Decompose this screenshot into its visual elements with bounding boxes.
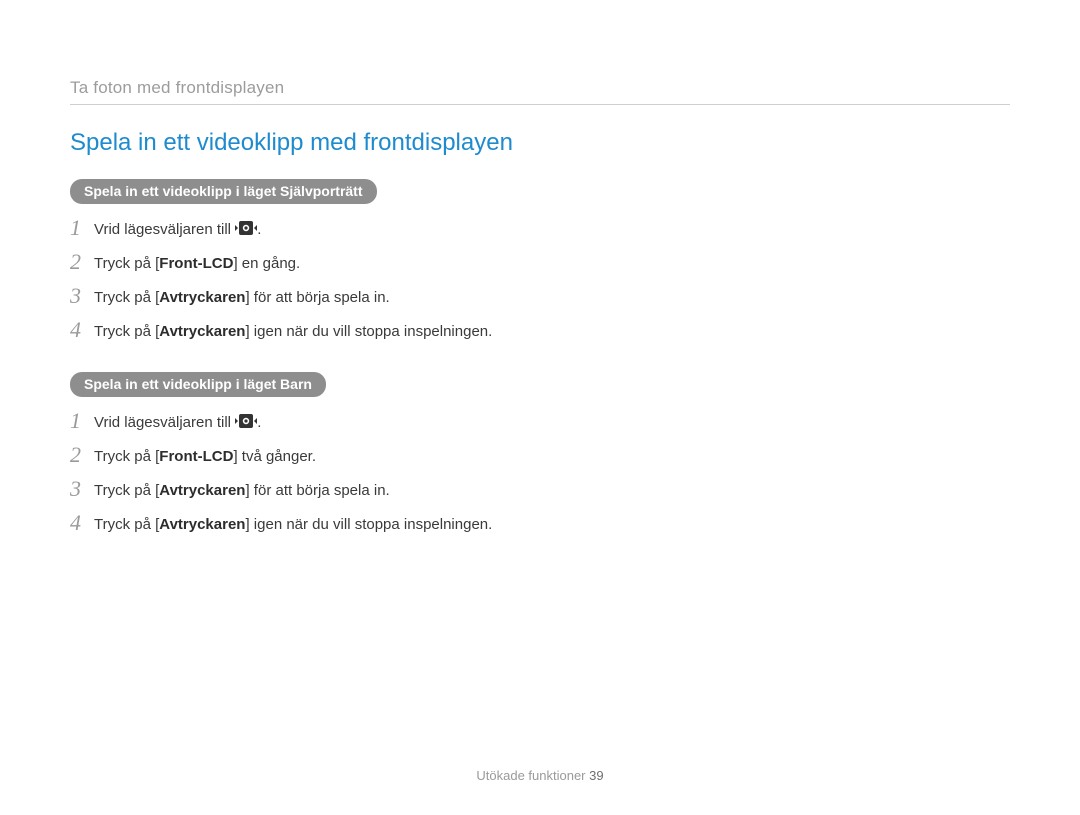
step: Tryck på [Avtryckaren] igen när du vill … bbox=[70, 320, 540, 344]
step-text-pre: Tryck på [ bbox=[94, 516, 159, 533]
step: Vrid lägesväljaren till . bbox=[70, 218, 540, 242]
step-text-pre: Tryck på [ bbox=[94, 482, 159, 499]
step-text-post: ] igen när du vill stoppa inspelningen. bbox=[245, 516, 492, 533]
video-icon bbox=[235, 221, 257, 235]
page: Ta foton med frontdisplayen Spela in ett… bbox=[0, 0, 1080, 815]
steps-list: Vrid lägesväljaren till . Tryck på [Fron… bbox=[70, 218, 540, 344]
step-text-post: ] en gång. bbox=[233, 255, 300, 272]
section-pill: Spela in ett videoklipp i läget Barn bbox=[70, 372, 326, 397]
step-text-pre: Tryck på [ bbox=[94, 255, 159, 272]
step-bold: Avtryckaren bbox=[159, 323, 245, 340]
step: Tryck på [Avtryckaren] igen när du vill … bbox=[70, 513, 540, 537]
footer-label: Utökade funktioner bbox=[476, 768, 585, 783]
section-self-portrait: Spela in ett videoklipp i läget Självpor… bbox=[70, 179, 540, 344]
step: Tryck på [Front-LCD] en gång. bbox=[70, 252, 540, 276]
step-bold: Avtryckaren bbox=[159, 289, 245, 306]
step-text-post: . bbox=[257, 414, 261, 431]
step: Tryck på [Avtryckaren] för att börja spe… bbox=[70, 479, 540, 503]
page-title: Spela in ett videoklipp med frontdisplay… bbox=[70, 129, 1010, 157]
section-child: Spela in ett videoklipp i läget Barn Vri… bbox=[70, 372, 540, 537]
step-bold: Front-LCD bbox=[159, 448, 233, 465]
step-bold: Avtryckaren bbox=[159, 516, 245, 533]
step-text-pre: Tryck på [ bbox=[94, 448, 159, 465]
section-pill: Spela in ett videoklipp i läget Självpor… bbox=[70, 179, 377, 204]
content-column: Spela in ett videoklipp i läget Självpor… bbox=[70, 179, 540, 537]
step-text-post: . bbox=[257, 221, 261, 238]
step-text-post: ] igen när du vill stoppa inspelningen. bbox=[245, 323, 492, 340]
steps-list: Vrid lägesväljaren till . Tryck på [Fron… bbox=[70, 411, 540, 537]
step-text-pre: Vrid lägesväljaren till bbox=[94, 221, 235, 238]
divider bbox=[70, 104, 1010, 105]
step: Tryck på [Avtryckaren] för att börja spe… bbox=[70, 286, 540, 310]
breadcrumb: Ta foton med frontdisplayen bbox=[70, 78, 1010, 98]
step-text-pre: Tryck på [ bbox=[94, 289, 159, 306]
step-text-pre: Vrid lägesväljaren till bbox=[94, 414, 235, 431]
step: Vrid lägesväljaren till . bbox=[70, 411, 540, 435]
step-text-post: ] två gånger. bbox=[233, 448, 316, 465]
step-text-post: ] för att börja spela in. bbox=[245, 482, 389, 499]
step-bold: Avtryckaren bbox=[159, 482, 245, 499]
step: Tryck på [Front-LCD] två gånger. bbox=[70, 445, 540, 469]
video-icon bbox=[235, 414, 257, 428]
footer: Utökade funktioner 39 bbox=[0, 768, 1080, 783]
page-number: 39 bbox=[589, 768, 603, 783]
step-text-post: ] för att börja spela in. bbox=[245, 289, 389, 306]
step-bold: Front-LCD bbox=[159, 255, 233, 272]
step-text-pre: Tryck på [ bbox=[94, 323, 159, 340]
